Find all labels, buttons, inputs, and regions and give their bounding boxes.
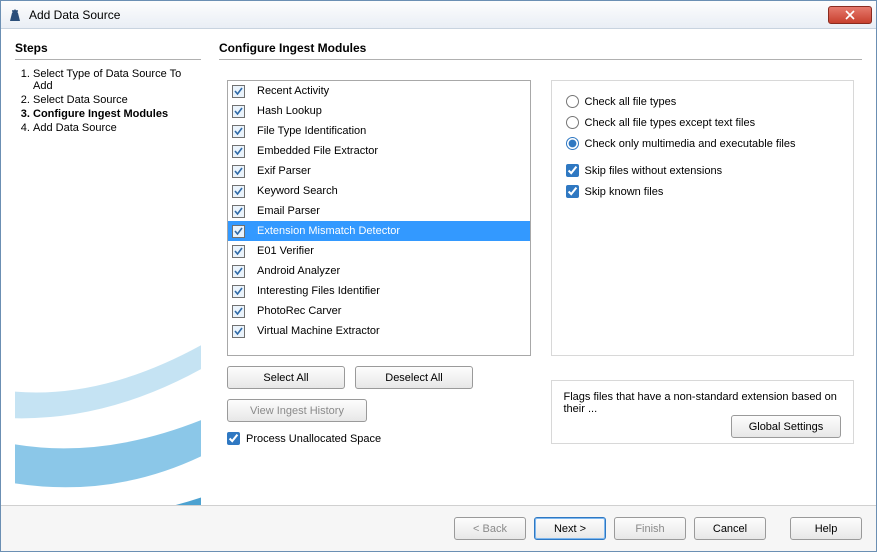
module-checkbox[interactable] xyxy=(232,205,245,218)
steps-heading: Steps xyxy=(15,41,201,60)
option-label: Check only multimedia and executable fil… xyxy=(585,138,796,150)
content-area: Steps Select Type of Data Source To AddS… xyxy=(1,29,876,505)
module-row[interactable]: E01 Verifier xyxy=(228,241,530,261)
module-row[interactable]: Recent Activity xyxy=(228,81,530,101)
module-label: Virtual Machine Extractor xyxy=(257,325,380,337)
module-row[interactable]: Android Analyzer xyxy=(228,261,530,281)
module-label: Extension Mismatch Detector xyxy=(257,225,400,237)
module-row[interactable]: Interesting Files Identifier xyxy=(228,281,530,301)
module-options-panel: Check all file types Check all file types… xyxy=(551,80,855,356)
select-buttons-row: Select All Deselect All xyxy=(227,366,531,389)
filetype-radio[interactable] xyxy=(566,137,579,150)
module-checkbox[interactable] xyxy=(232,105,245,118)
step-item: Add Data Source xyxy=(33,122,201,134)
module-description-panel: Flags files that have a non-standard ext… xyxy=(551,380,855,444)
main-heading: Configure Ingest Modules xyxy=(219,41,862,60)
module-row[interactable]: Email Parser xyxy=(228,201,530,221)
wizard-window: Add Data Source Steps Select Type of Dat… xyxy=(0,0,877,552)
skip-option[interactable]: Skip known files xyxy=(566,185,840,198)
process-unallocated-row[interactable]: Process Unallocated Space xyxy=(227,432,531,445)
module-label: Keyword Search xyxy=(257,185,338,197)
module-checkbox[interactable] xyxy=(232,185,245,198)
module-list[interactable]: Recent Activity Hash Lookup File Type Iden… xyxy=(227,80,531,356)
cancel-button[interactable]: Cancel xyxy=(694,517,766,540)
module-row[interactable]: Embedded File Extractor xyxy=(228,141,530,161)
module-checkbox[interactable] xyxy=(232,125,245,138)
decorative-swoosh xyxy=(15,325,201,505)
module-checkbox[interactable] xyxy=(232,265,245,278)
skip-option[interactable]: Skip files without extensions xyxy=(566,164,840,177)
option-label: Check all file types xyxy=(585,96,677,108)
module-checkbox[interactable] xyxy=(232,285,245,298)
module-checkbox[interactable] xyxy=(232,245,245,258)
module-label: Embedded File Extractor xyxy=(257,145,378,157)
option-label: Skip known files xyxy=(585,186,664,198)
options-column: Check all file types Check all file types… xyxy=(551,80,855,505)
module-description-text: Flags files that have a non-standard ext… xyxy=(564,391,842,415)
option-label: Check all file types except text files xyxy=(585,117,756,129)
filetype-radio-option[interactable]: Check all file types except text files xyxy=(566,116,840,129)
process-unallocated-checkbox[interactable] xyxy=(227,432,240,445)
module-row[interactable]: File Type Identification xyxy=(228,121,530,141)
select-all-button[interactable]: Select All xyxy=(227,366,345,389)
skip-checkbox[interactable] xyxy=(566,185,579,198)
module-row[interactable]: Extension Mismatch Detector xyxy=(228,221,530,241)
app-icon xyxy=(7,7,23,23)
module-row[interactable]: Hash Lookup xyxy=(228,101,530,121)
filetype-radio-option[interactable]: Check all file types xyxy=(566,95,840,108)
modules-column: Recent Activity Hash Lookup File Type Iden… xyxy=(227,80,531,505)
module-label: Interesting Files Identifier xyxy=(257,285,380,297)
next-button[interactable]: Next > xyxy=(534,517,606,540)
filetype-radio[interactable] xyxy=(566,95,579,108)
module-checkbox[interactable] xyxy=(232,225,245,238)
module-checkbox[interactable] xyxy=(232,145,245,158)
module-label: Email Parser xyxy=(257,205,320,217)
deselect-all-button[interactable]: Deselect All xyxy=(355,366,473,389)
module-row[interactable]: Keyword Search xyxy=(228,181,530,201)
module-label: File Type Identification xyxy=(257,125,366,137)
main-body: Recent Activity Hash Lookup File Type Iden… xyxy=(219,66,862,505)
steps-list: Select Type of Data Source To Add Select … xyxy=(15,68,201,134)
process-unallocated-label: Process Unallocated Space xyxy=(246,433,381,445)
module-checkbox[interactable] xyxy=(232,325,245,338)
option-label: Skip files without extensions xyxy=(585,165,723,177)
module-checkbox[interactable] xyxy=(232,305,245,318)
steps-sidebar: Steps Select Type of Data Source To AddS… xyxy=(15,41,201,505)
global-settings-button[interactable]: Global Settings xyxy=(731,415,841,438)
filetype-radio[interactable] xyxy=(566,116,579,129)
main-panel: Configure Ingest Modules Recent Activity… xyxy=(219,41,862,505)
titlebar: Add Data Source xyxy=(1,1,876,29)
filetype-radio-option[interactable]: Check only multimedia and executable fil… xyxy=(566,137,840,150)
module-row[interactable]: Exif Parser xyxy=(228,161,530,181)
finish-button[interactable]: Finish xyxy=(614,517,686,540)
step-item: Select Data Source xyxy=(33,94,201,106)
step-item: Configure Ingest Modules xyxy=(33,108,201,120)
module-checkbox[interactable] xyxy=(232,165,245,178)
module-label: Android Analyzer xyxy=(257,265,340,277)
module-label: Recent Activity xyxy=(257,85,329,97)
view-ingest-history-button[interactable]: View Ingest History xyxy=(227,399,367,422)
skip-checkbox[interactable] xyxy=(566,164,579,177)
module-label: PhotoRec Carver xyxy=(257,305,341,317)
window-title: Add Data Source xyxy=(29,8,120,22)
module-row[interactable]: PhotoRec Carver xyxy=(228,301,530,321)
module-row[interactable]: Virtual Machine Extractor xyxy=(228,321,530,341)
step-item: Select Type of Data Source To Add xyxy=(33,68,201,92)
close-button[interactable] xyxy=(828,6,872,24)
wizard-footer: < Back Next > Finish Cancel Help xyxy=(1,505,876,551)
close-icon xyxy=(845,10,855,20)
back-button[interactable]: < Back xyxy=(454,517,526,540)
module-label: E01 Verifier xyxy=(257,245,314,257)
help-button[interactable]: Help xyxy=(790,517,862,540)
module-label: Exif Parser xyxy=(257,165,311,177)
module-label: Hash Lookup xyxy=(257,105,322,117)
module-checkbox[interactable] xyxy=(232,85,245,98)
